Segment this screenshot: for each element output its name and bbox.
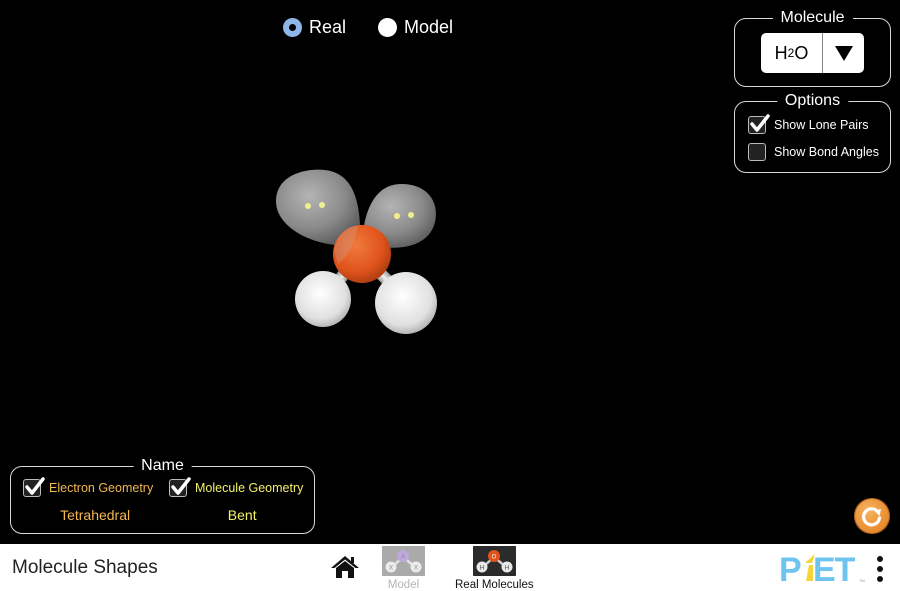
svg-text:O: O bbox=[491, 555, 496, 561]
svg-text:TM: TM bbox=[859, 578, 865, 583]
show-bond-angles-checkbox[interactable]: Show Bond Angles bbox=[748, 143, 879, 161]
triangle-down-icon bbox=[834, 45, 853, 61]
molecule-geometry-label: Molecule Geometry bbox=[195, 481, 304, 495]
electron-geometry-value: Tetrahedral bbox=[60, 507, 131, 523]
formula-main: H bbox=[774, 42, 788, 63]
molecule-panel-title: Molecule bbox=[772, 9, 853, 27]
kebab-menu-icon-dot bbox=[877, 556, 883, 562]
molecule-3d-view[interactable] bbox=[250, 150, 470, 350]
phet-logo[interactable]: P ET TM bbox=[779, 551, 869, 585]
lone-pair-electron bbox=[305, 203, 311, 209]
radio-model-indicator[interactable] bbox=[378, 18, 398, 37]
molecule-geometry-checkbox[interactable]: Molecule Geometry bbox=[169, 477, 304, 497]
molecule-dropdown-button[interactable] bbox=[823, 33, 864, 73]
hydrogen-atom-right bbox=[375, 272, 437, 334]
svg-text:X: X bbox=[389, 566, 393, 572]
navigation-bar: Molecule Shapes A X X Model O H H Real M… bbox=[0, 544, 900, 591]
radio-model[interactable]: Model bbox=[378, 17, 453, 38]
molecule-combo-box[interactable]: H2O bbox=[761, 33, 864, 73]
electron-geometry-checkbox[interactable]: Electron Geometry bbox=[23, 477, 154, 497]
checkbox-unchecked-icon[interactable] bbox=[748, 143, 766, 161]
radio-model-label: Model bbox=[404, 17, 454, 37]
tab-real-molecules-label: Real Molecules bbox=[455, 579, 534, 591]
lone-pair-electron bbox=[408, 212, 414, 218]
molecule-combo-value[interactable]: H2O bbox=[761, 33, 823, 73]
radio-real[interactable]: Real bbox=[283, 17, 346, 38]
kebab-menu-button[interactable] bbox=[873, 554, 887, 584]
checkbox-checked-icon[interactable] bbox=[23, 477, 45, 497]
formula-tail: O bbox=[794, 42, 809, 63]
show-lone-pairs-checkbox[interactable]: Show Lone Pairs bbox=[748, 114, 869, 134]
view-mode-radio-group: Real Model bbox=[283, 17, 485, 38]
show-lone-pairs-label: Show Lone Pairs bbox=[774, 118, 869, 132]
home-icon bbox=[331, 556, 359, 578]
electron-geometry-column: Electron Geometry Tetrahedral bbox=[23, 477, 154, 523]
svg-text:A: A bbox=[401, 555, 405, 561]
svg-text:ET: ET bbox=[813, 551, 856, 585]
svg-text:H: H bbox=[505, 566, 509, 572]
reset-all-button[interactable] bbox=[854, 498, 890, 534]
name-panel-title: Name bbox=[133, 457, 192, 475]
svg-text:P: P bbox=[779, 551, 801, 585]
lone-pair-electron bbox=[319, 202, 325, 208]
home-button[interactable] bbox=[330, 554, 360, 580]
sim-screen: Real Model Molecule H2O Options Show Lon… bbox=[0, 0, 900, 544]
sim-title: Molecule Shapes bbox=[12, 557, 158, 578]
options-panel: Options Show Lone Pairs Show Bond Angles bbox=[734, 92, 891, 173]
name-panel: Name Electron Geometry Tetrahedral Molec… bbox=[10, 457, 315, 534]
checkbox-checked-icon[interactable] bbox=[169, 477, 191, 497]
svg-text:H: H bbox=[480, 566, 484, 572]
electron-geometry-label: Electron Geometry bbox=[49, 481, 154, 495]
radio-real-label: Real bbox=[309, 17, 347, 37]
radio-real-indicator[interactable] bbox=[283, 18, 302, 37]
molecule-geometry-value: Bent bbox=[227, 507, 257, 523]
tab-model[interactable]: A X X Model bbox=[382, 546, 425, 591]
options-panel-title: Options bbox=[776, 92, 849, 110]
real-molecules-screen-thumbnail: O H H bbox=[472, 546, 516, 576]
svg-text:X: X bbox=[414, 566, 418, 572]
tab-model-label: Model bbox=[387, 579, 420, 591]
lone-pair-electron bbox=[394, 213, 400, 219]
checkbox-checked-icon[interactable] bbox=[748, 114, 770, 134]
hydrogen-atom-left bbox=[295, 271, 351, 327]
model-screen-thumbnail: A X X bbox=[382, 546, 425, 576]
formula-subscript: 2 bbox=[787, 46, 795, 60]
molecule-geometry-column: Molecule Geometry Bent bbox=[169, 477, 304, 523]
kebab-menu-icon-dot bbox=[877, 566, 883, 572]
molecule-panel: Molecule H2O bbox=[734, 9, 891, 87]
tab-real-molecules[interactable]: O H H Real Molecules bbox=[455, 546, 534, 591]
reset-icon bbox=[862, 507, 882, 527]
kebab-menu-icon-dot bbox=[877, 576, 883, 582]
show-bond-angles-label: Show Bond Angles bbox=[774, 145, 879, 159]
